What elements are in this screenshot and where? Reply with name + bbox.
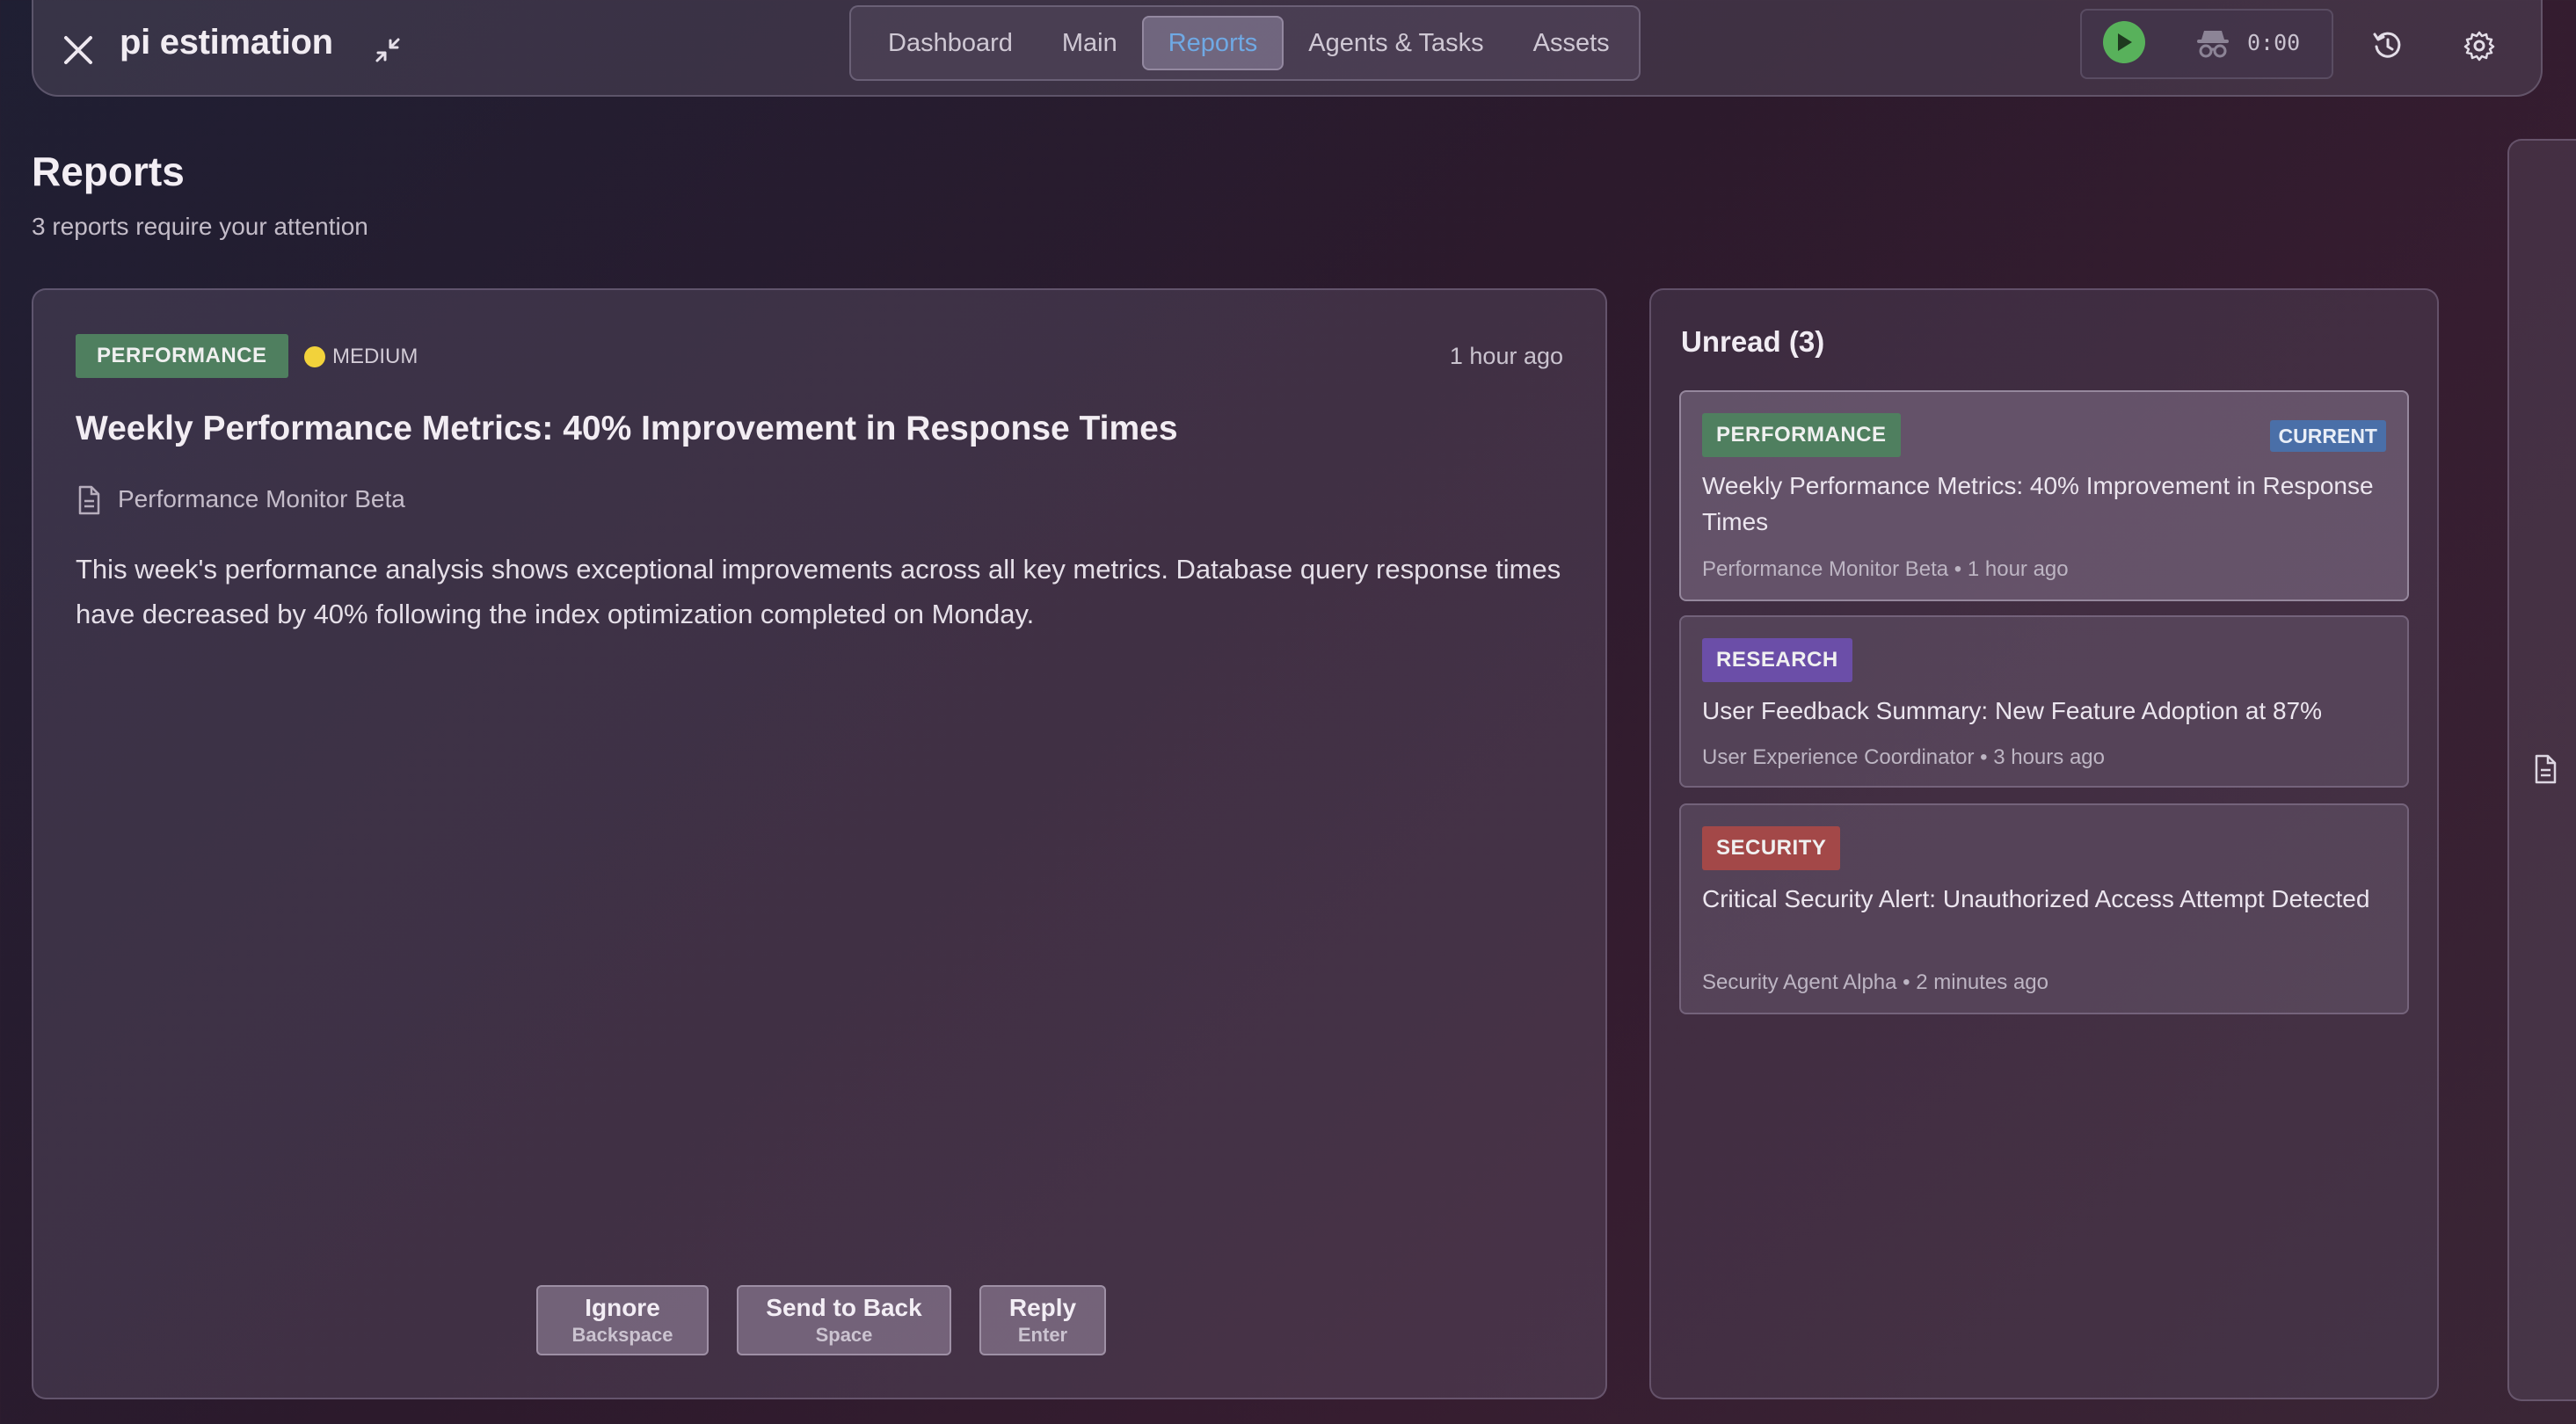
category-badge: PERFORMANCE	[76, 334, 288, 378]
gear-icon	[2463, 31, 2495, 62]
send-to-back-shortcut: Space	[815, 1324, 873, 1346]
tab-reports[interactable]: Reports	[1141, 16, 1284, 70]
reply-button[interactable]: Reply Enter	[979, 1285, 1106, 1355]
page-subtitle: 3 reports require your attention	[32, 213, 368, 240]
incognito-toggle[interactable]	[2193, 23, 2233, 63]
play-button[interactable]	[2103, 21, 2145, 63]
report-timestamp: 1 hour ago	[1449, 343, 1563, 369]
timer-display: 0:00	[2247, 30, 2301, 55]
incognito-icon	[2197, 31, 2229, 58]
send-to-back-button[interactable]: Send to Back Space	[737, 1285, 951, 1355]
unread-item[interactable]: SECURITY Critical Security Alert: Unauth…	[1679, 803, 2409, 1014]
send-to-back-label: Send to Back	[766, 1294, 922, 1321]
tab-agents-tasks[interactable]: Agents & Tasks	[1284, 16, 1508, 70]
close-icon	[64, 36, 92, 64]
reply-shortcut: Enter	[1017, 1324, 1068, 1346]
category-badge: PERFORMANCE	[1702, 413, 1901, 457]
current-badge: CURRENT	[2269, 420, 2386, 452]
unread-title: Unread (3)	[1681, 325, 1825, 358]
priority-label: MEDIUM	[332, 345, 418, 368]
priority-indicator: MEDIUM	[304, 345, 418, 369]
document-icon	[2535, 754, 2557, 784]
main-tabs: Dashboard Main Reports Agents & Tasks As…	[849, 5, 1641, 81]
collapse-button[interactable]	[362, 25, 413, 76]
app-title: pi estimation	[120, 23, 333, 62]
unread-item-meta: User Experience Coordinator • 3 hours ag…	[1702, 745, 2105, 769]
document-icon	[78, 485, 100, 515]
close-button[interactable]	[47, 19, 109, 81]
ignore-label: Ignore	[585, 1294, 660, 1321]
category-badge: SECURITY	[1702, 826, 1841, 870]
tab-dashboard[interactable]: Dashboard	[863, 16, 1037, 70]
report-body: This week's performance analysis shows e…	[76, 554, 1561, 629]
tab-assets[interactable]: Assets	[1509, 16, 1634, 70]
ignore-button[interactable]: Ignore Backspace	[536, 1285, 709, 1355]
ignore-shortcut: Backspace	[571, 1324, 673, 1346]
report-title: Weekly Performance Metrics: 40% Improvem…	[76, 410, 1178, 447]
unread-item-title: Critical Security Alert: Unauthorized Ac…	[1702, 885, 2370, 912]
reply-label: Reply	[1008, 1294, 1077, 1321]
tab-main[interactable]: Main	[1037, 16, 1142, 70]
page-title: Reports	[32, 149, 185, 194]
settings-button[interactable]	[2456, 23, 2502, 69]
priority-dot-icon	[304, 346, 325, 367]
history-button[interactable]	[2365, 23, 2411, 69]
history-icon	[2373, 32, 2401, 58]
report-detail-panel: PERFORMANCE MEDIUM 1 hour ago Weekly Per…	[32, 288, 1607, 1399]
unread-item-meta: Performance Monitor Beta • 1 hour ago	[1702, 557, 2069, 581]
unread-item[interactable]: PERFORMANCE CURRENT Weekly Performance M…	[1679, 390, 2409, 601]
unread-item-title: User Feedback Summary: New Feature Adopt…	[1702, 697, 2323, 724]
category-badge: RESEARCH	[1702, 638, 1852, 682]
unread-item-title: Weekly Performance Metrics: 40% Improvem…	[1702, 472, 2374, 535]
unread-list-panel: Unread (3) PERFORMANCE CURRENT Weekly Pe…	[1649, 288, 2439, 1399]
play-icon	[2118, 33, 2132, 51]
unread-item-meta: Security Agent Alpha • 2 minutes ago	[1702, 970, 2048, 994]
report-author: Performance Monitor Beta	[118, 485, 405, 512]
collapse-icon	[375, 38, 400, 62]
unread-item[interactable]: RESEARCH User Feedback Summary: New Feat…	[1679, 615, 2409, 788]
